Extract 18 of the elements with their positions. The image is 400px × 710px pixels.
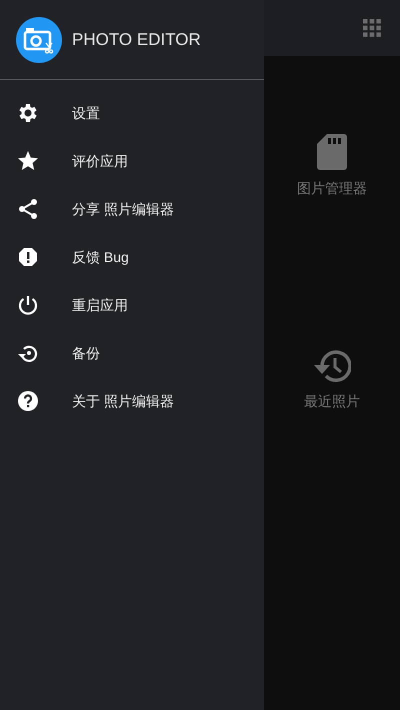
- grid-icon[interactable]: [363, 19, 381, 37]
- camera-logo-icon: [16, 16, 62, 62]
- history-icon: [313, 349, 351, 383]
- shortcut-tile[interactable]: 最近照片: [304, 349, 360, 412]
- menu-item[interactable]: 反馈 Bug: [0, 233, 264, 281]
- alert-icon: [16, 245, 40, 269]
- menu-item[interactable]: 重启应用: [0, 281, 264, 329]
- power-icon: [16, 293, 40, 317]
- menu-item[interactable]: 备份: [0, 329, 264, 377]
- menu-item[interactable]: 评价应用: [0, 137, 264, 185]
- menu-item[interactable]: 分享 照片编辑器: [0, 185, 264, 233]
- share-icon: [16, 197, 40, 221]
- shortcut-tile[interactable]: 图片管理器: [297, 134, 367, 199]
- sd-card-icon: [317, 134, 347, 170]
- app-title: PHOTO EDITOR: [72, 28, 201, 51]
- menu-item[interactable]: 设置: [0, 89, 264, 137]
- help-icon: [16, 389, 40, 413]
- menu-item[interactable]: 关于 照片编辑器: [0, 377, 264, 425]
